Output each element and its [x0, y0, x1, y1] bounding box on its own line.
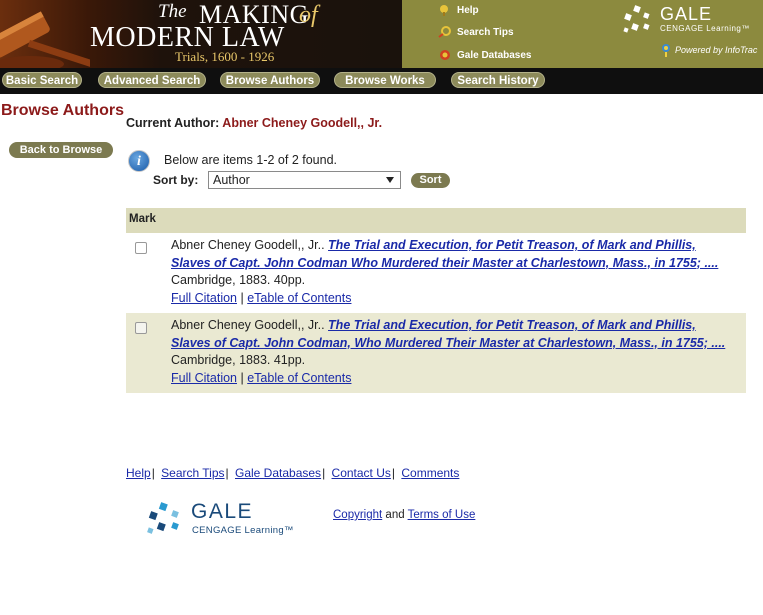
- nav-search-history[interactable]: Search History: [451, 72, 545, 88]
- gale-databases-label: Gale Databases: [457, 49, 532, 61]
- mark-column-header: Mark: [126, 208, 746, 233]
- results-table: Mark Abner Cheney Goodell,, Jr.. The Tri…: [126, 208, 746, 393]
- mark-checkbox[interactable]: [135, 242, 147, 254]
- copyright-and: and: [385, 509, 405, 521]
- help-icon: [438, 4, 452, 16]
- result-author: Abner Cheney Goodell,, Jr..: [171, 238, 325, 252]
- gavel-icon: [0, 11, 90, 68]
- footer-gale-brand-name: GALE: [191, 500, 254, 523]
- footer-comments-link[interactable]: Comments: [401, 466, 459, 480]
- link-separator: |: [240, 370, 244, 385]
- sort-select-value: Author: [213, 173, 250, 187]
- title-years: Trials, 1600 - 1926: [175, 49, 275, 64]
- result-imprint: Cambridge, 1883. 40pp.: [171, 273, 306, 287]
- copyright-link[interactable]: Copyright: [333, 509, 382, 521]
- results-count: Below are items 1-2 of 2 found.: [164, 153, 338, 167]
- gale-logo-icon: [147, 502, 179, 534]
- gale-logo-icon: [623, 5, 650, 33]
- mark-checkbox[interactable]: [135, 322, 147, 334]
- search-tips-label: Search Tips: [457, 26, 514, 38]
- gale-databases-link[interactable]: Gale Databases: [438, 49, 532, 61]
- sort-button[interactable]: Sort: [411, 173, 450, 188]
- footer-search-tips-link[interactable]: Search Tips: [161, 466, 224, 480]
- infotrac-icon: [662, 44, 670, 57]
- title-of: of: [299, 2, 318, 28]
- footer-cengage-brand-sub: CENGAGE Learning™: [192, 525, 294, 536]
- result-imprint: Cambridge, 1883. 41pp.: [171, 353, 306, 367]
- current-author-name: Abner Cheney Goodell,, Jr.: [222, 116, 383, 130]
- etable-of-contents-link[interactable]: eTable of Contents: [247, 291, 351, 305]
- result-author: Abner Cheney Goodell,, Jr..: [171, 318, 325, 332]
- link-separator: |: [240, 290, 244, 305]
- gale-brand-name: GALE: [660, 4, 713, 24]
- current-author-label: Current Author:: [126, 116, 220, 130]
- current-author: Current Author: Abner Cheney Goodell,, J…: [126, 116, 382, 130]
- sort-label: Sort by:: [153, 173, 199, 187]
- site-header: The MAKING of MODERN LAW Trials, 1600 - …: [0, 0, 763, 68]
- etable-of-contents-link[interactable]: eTable of Contents: [247, 371, 351, 385]
- main-nav: Basic Search Advanced Search Browse Auth…: [0, 68, 763, 94]
- sort-select[interactable]: Author: [208, 171, 401, 189]
- powered-by-infotrac: Powered by InfoTrac: [660, 43, 757, 57]
- terms-of-use-link[interactable]: Terms of Use: [408, 509, 476, 521]
- footer-gale-databases-link[interactable]: Gale Databases: [235, 466, 321, 480]
- help-link-label: Help: [457, 4, 479, 16]
- footer-help-link[interactable]: Help: [126, 466, 151, 480]
- back-to-browse-button[interactable]: Back to Browse: [9, 142, 113, 158]
- nav-advanced-search[interactable]: Advanced Search: [98, 72, 206, 88]
- banner-logo[interactable]: The MAKING of MODERN LAW Trials, 1600 - …: [0, 0, 402, 68]
- full-citation-link[interactable]: Full Citation: [171, 371, 237, 385]
- search-tips-link[interactable]: Search Tips: [438, 26, 514, 38]
- gale-databases-icon: [438, 49, 452, 61]
- result-row: Abner Cheney Goodell,, Jr.. The Trial an…: [126, 233, 746, 313]
- footer-links: Help| Search Tips| Gale Databases| Conta…: [126, 466, 460, 480]
- full-citation-link[interactable]: Full Citation: [171, 291, 237, 305]
- nav-browse-authors[interactable]: Browse Authors: [220, 72, 320, 88]
- help-link[interactable]: Help: [438, 4, 479, 16]
- nav-browse-works[interactable]: Browse Works: [334, 72, 436, 88]
- copyright-line: Copyright and Terms of Use: [333, 509, 475, 521]
- search-tips-icon: [438, 26, 452, 38]
- page-title: Browse Authors: [1, 102, 124, 119]
- nav-basic-search[interactable]: Basic Search: [2, 72, 82, 88]
- footer-contact-us-link[interactable]: Contact Us: [332, 466, 391, 480]
- title-the: The: [158, 1, 187, 22]
- info-icon: i: [128, 150, 150, 172]
- chevron-down-icon: [386, 177, 394, 183]
- cengage-brand-sub: CENGAGE Learning™: [660, 24, 750, 33]
- result-row: Abner Cheney Goodell,, Jr.. The Trial an…: [126, 313, 746, 393]
